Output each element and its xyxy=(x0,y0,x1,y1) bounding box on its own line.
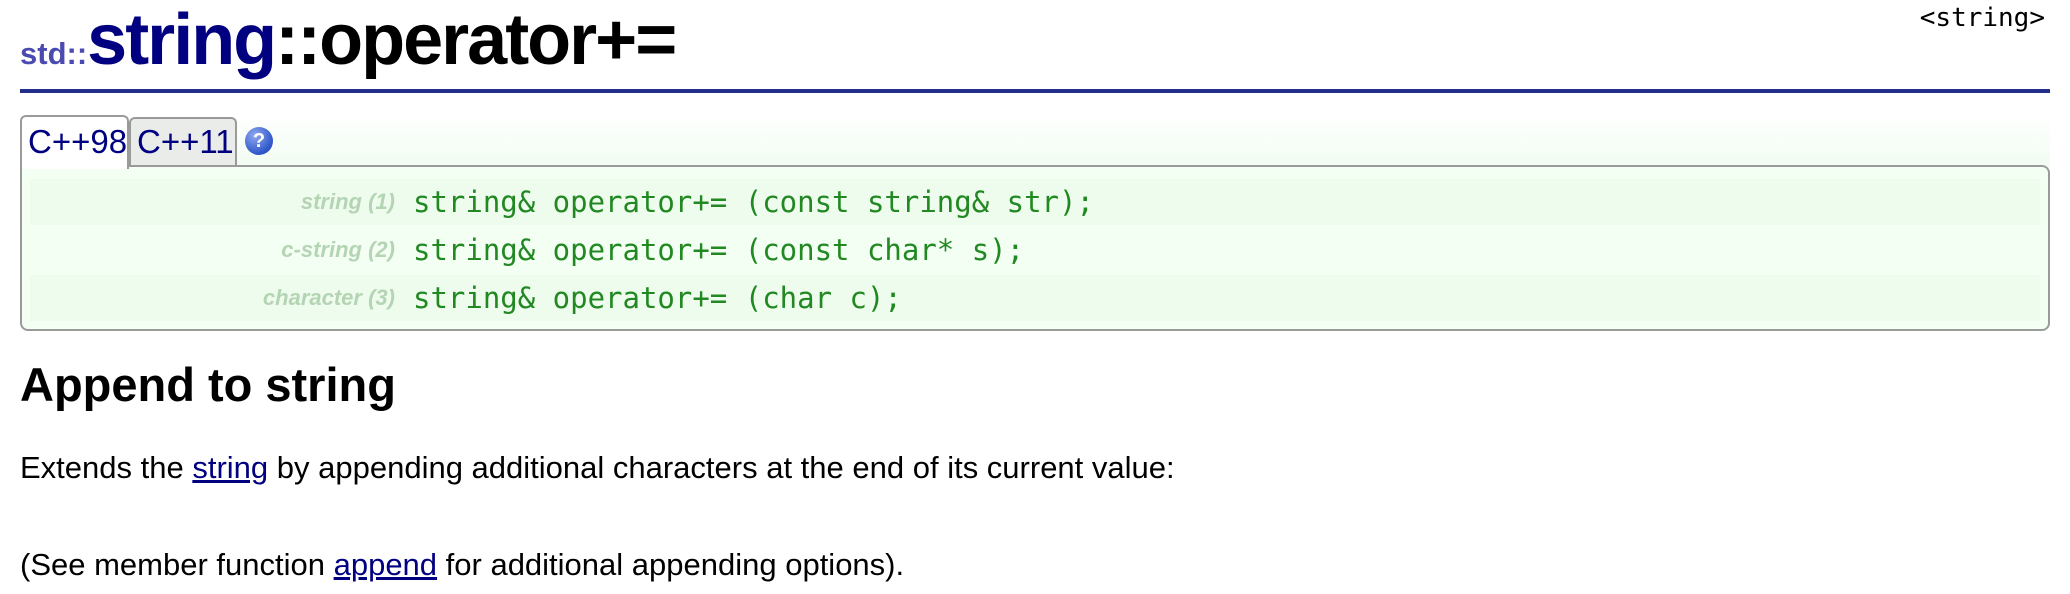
paragraph-text: Extends the xyxy=(20,450,193,485)
page-title: std:: string ::operator+= xyxy=(20,0,677,88)
tab-cpp11[interactable]: C++11 xyxy=(129,117,237,165)
append-link[interactable]: append xyxy=(334,547,437,582)
description-paragraph: Extends the string by appending addition… xyxy=(20,450,1175,486)
see-also-paragraph: (See member function append for addition… xyxy=(20,547,904,583)
title-member-name: ::operator+= xyxy=(275,0,677,80)
paragraph-text: (See member function xyxy=(20,547,334,582)
prototype-row: c-string (2) string& operator+= (const c… xyxy=(30,227,2040,273)
prototype-label-index: (2) xyxy=(368,237,395,262)
prototype-label-index: (1) xyxy=(368,189,395,214)
paragraph-text: for additional appending options). xyxy=(437,547,905,582)
prototype-label: string (1) xyxy=(30,179,395,225)
section-heading: Append to string xyxy=(20,358,396,411)
prototype-label: c-string (2) xyxy=(30,227,395,273)
title-namespace: std:: xyxy=(20,36,88,71)
prototype-code: string& operator+= (const char* s); xyxy=(413,233,1025,267)
prototype-code: string& operator+= (const string& str); xyxy=(413,185,1094,219)
prototype-label-index: (3) xyxy=(368,285,395,310)
prototype-label-text: character xyxy=(262,285,362,310)
help-icon[interactable]: ? xyxy=(245,127,273,155)
prototype-box: string (1) string& operator+= (const str… xyxy=(20,165,2050,331)
prototype-label-text: c-string xyxy=(281,237,362,262)
tab-cpp98[interactable]: C++98 xyxy=(20,115,129,169)
prototype-code: string& operator+= (char c); xyxy=(413,281,902,315)
version-tab-strip: C++98 C++11 ? xyxy=(20,115,2050,169)
prototype-label-text: string xyxy=(300,189,362,214)
prototype-row: character (3) string& operator+= (char c… xyxy=(30,275,2040,321)
title-divider xyxy=(20,89,2050,93)
string-link[interactable]: string xyxy=(192,450,268,485)
prototype-label: character (3) xyxy=(30,275,395,321)
prototype-row: string (1) string& operator+= (const str… xyxy=(30,179,2040,225)
header-file-label: <string> xyxy=(1919,3,2045,33)
paragraph-text: by appending additional characters at th… xyxy=(268,450,1175,485)
title-class-name: string xyxy=(87,0,277,80)
